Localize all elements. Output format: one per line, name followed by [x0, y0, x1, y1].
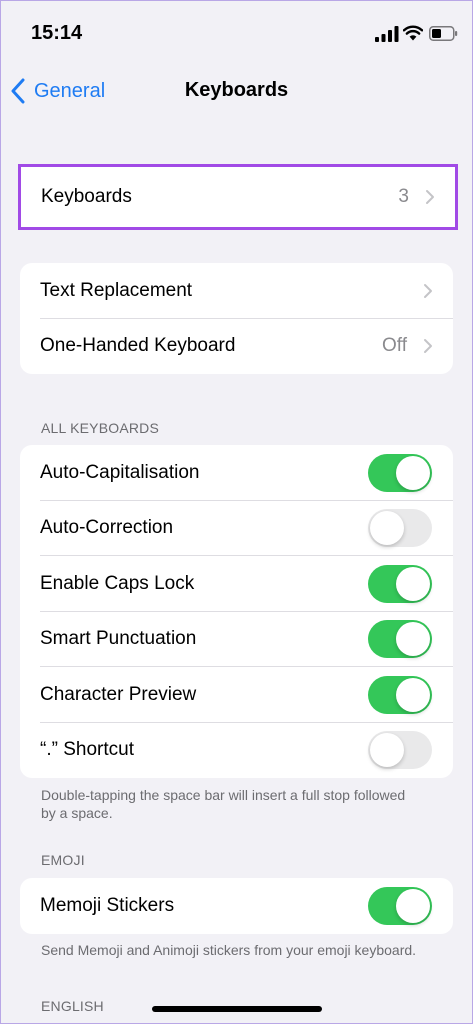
auto-correction-toggle[interactable] [368, 509, 432, 548]
memoji-stickers-toggle[interactable] [368, 886, 432, 925]
all-keyboards-group: Auto-Capitalisation Auto-Correction Enab… [20, 445, 453, 778]
emoji-group: Memoji Stickers [20, 878, 453, 934]
memoji-stickers-row: Memoji Stickers [20, 878, 453, 934]
keyboards-count: 3 [398, 186, 409, 207]
one-handed-keyboard-label: One-Handed Keyboard [40, 335, 236, 357]
chevron-right-icon [424, 283, 432, 298]
emoji-header: EMOJI [41, 852, 85, 868]
page-title: Keyboards [184, 79, 289, 101]
status-bar: 15:14 [0, 0, 473, 60]
home-indicator[interactable] [152, 1006, 322, 1012]
navigation-bar: General Keyboards [0, 66, 473, 116]
smart-punctuation-row: Smart Punctuation [20, 612, 453, 667]
auto-correction-label: Auto-Correction [40, 517, 174, 539]
character-preview-row: Character Preview [20, 667, 453, 723]
period-shortcut-toggle[interactable] [368, 731, 432, 770]
character-preview-toggle[interactable] [368, 675, 432, 714]
chevron-right-icon [426, 190, 434, 204]
text-settings-group: Text Replacement One-Handed Keyboard Off [20, 263, 453, 374]
memoji-stickers-label: Memoji Stickers [40, 894, 175, 916]
period-shortcut-row: “.” Shortcut [20, 723, 453, 779]
period-shortcut-label: “.” Shortcut [40, 739, 134, 761]
one-handed-keyboard-value: Off [382, 335, 407, 357]
smart-punctuation-toggle[interactable] [368, 620, 432, 659]
all-keyboards-header: ALL KEYBOARDS [41, 420, 160, 436]
keyboards-row-highlight: Keyboards 3 [18, 164, 458, 230]
all-keyboards-footer: Double-tapping the space bar will insert… [41, 787, 406, 821]
auto-capitalisation-toggle[interactable] [368, 453, 432, 492]
wifi-icon [403, 25, 423, 41]
enable-caps-lock-row: Enable Caps Lock [20, 556, 453, 612]
enable-caps-lock-toggle[interactable] [368, 564, 432, 603]
smart-punctuation-label: Smart Punctuation [40, 628, 197, 650]
keyboards-row[interactable]: Keyboards 3 [21, 167, 455, 227]
chevron-right-icon [424, 339, 432, 354]
enable-caps-lock-label: Enable Caps Lock [40, 572, 195, 594]
auto-correction-row: Auto-Correction [20, 501, 453, 556]
english-header: ENGLISH [41, 998, 104, 1014]
status-time: 15:14 [31, 22, 83, 44]
one-handed-keyboard-row[interactable]: One-Handed Keyboard Off [20, 319, 453, 375]
character-preview-label: Character Preview [40, 683, 197, 705]
emoji-footer: Send Memoji and Animoji stickers from yo… [41, 942, 417, 958]
auto-capitalisation-row: Auto-Capitalisation [20, 445, 453, 501]
text-replacement-row[interactable]: Text Replacement [20, 263, 453, 319]
cellular-signal-icon [375, 26, 399, 42]
battery-icon [429, 26, 458, 41]
auto-capitalisation-label: Auto-Capitalisation [40, 461, 200, 483]
keyboards-label: Keyboards [41, 186, 132, 207]
text-replacement-label: Text Replacement [40, 279, 193, 301]
